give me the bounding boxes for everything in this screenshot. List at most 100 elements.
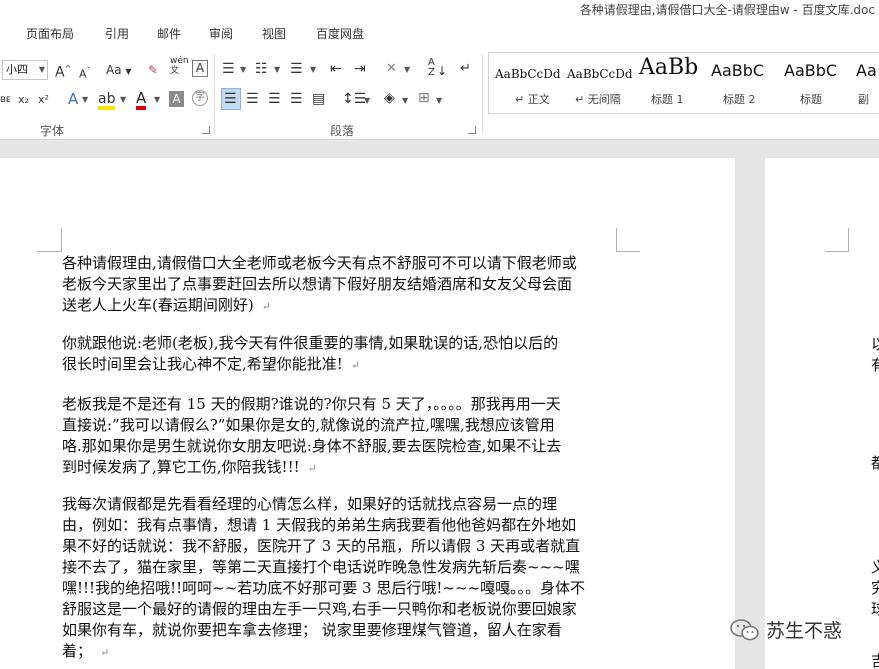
margin-corner-mark [616, 228, 640, 252]
wechat-icon [730, 619, 759, 641]
sort-button[interactable]: AZ [428, 58, 435, 78]
tab-view[interactable]: 视图 [262, 25, 286, 42]
tab-page-layout[interactable]: 页面布局 [26, 25, 74, 42]
style-name: ↵ 无间隔 [575, 93, 621, 106]
font-group-label: 字体 [40, 124, 65, 138]
text-line: 嘿!!!我的绝招哦!!呵呵~~若功底不好那可要 3 思后行哦!~~~嘎嘎。。。身… [62, 579, 586, 597]
subscript-button[interactable]: x₂ [18, 91, 29, 109]
tab-references[interactable]: 引用 [105, 25, 129, 42]
borders-icon[interactable]: ⊞ [418, 89, 430, 107]
highlight-icon[interactable]: ab [98, 90, 116, 110]
shading-icon[interactable]: ◈ [384, 89, 395, 107]
style-name: 标题 [800, 93, 822, 106]
show-marks-icon[interactable]: ↵ [460, 60, 471, 78]
style-no-spacing[interactable]: AaBbCcDd ↵ 无间隔 [567, 53, 637, 113]
paragraph-dialog-launcher[interactable] [468, 126, 476, 134]
char-border-button[interactable]: A [192, 60, 208, 77]
distributed-icon[interactable]: ▤ [312, 90, 325, 108]
text-line: 我每次请假都是先看看经理的心情怎么样，如果好的话就找点容易一点的理 [62, 495, 558, 513]
group-divider [214, 54, 215, 134]
style-preview: AaBbC [711, 61, 765, 80]
tab-review[interactable]: 审阅 [209, 25, 233, 42]
align-center-icon[interactable]: ☰ [246, 90, 259, 108]
style-name: 副 [858, 93, 869, 106]
increase-indent-icon[interactable]: ⇥ [354, 60, 366, 78]
text-line: 舒服这是一个最好的请假的理由左手一只鸡,右手一只鸭你和老板说你要回娘家 [62, 600, 577, 618]
line-spacing-icon[interactable]: ↕☰ [342, 90, 366, 108]
style-heading-1[interactable]: AaBb 标题 1 [639, 53, 709, 113]
page-edge-text: 义 [871, 558, 879, 576]
shrink-font-button[interactable]: Aˇ [79, 62, 91, 84]
style-heading-2[interactable]: AaBbC 标题 2 [711, 53, 781, 113]
grow-font-button[interactable]: A^ [55, 60, 71, 82]
page-edge-text: 有 [871, 356, 879, 374]
window-title: 各种请假理由,请假借口大全-请假理由w - 百度文库.doc [579, 3, 875, 17]
chevron-down-icon: ▼ [436, 96, 443, 105]
text-effects-icon[interactable]: A [68, 90, 78, 108]
decrease-indent-icon[interactable]: ⇤ [330, 60, 342, 78]
page-edge-text: 球 [871, 600, 879, 618]
enclose-char-icon[interactable]: 字 [192, 90, 208, 106]
bullets-icon[interactable]: ☰ [222, 60, 235, 78]
watermark-text: 苏生不惑 [766, 620, 843, 642]
style-preview: Aa [856, 61, 877, 80]
paragraph-mark: ↵ [261, 300, 271, 313]
font-size-select[interactable]: 小四 ▼ [2, 60, 48, 80]
style-subtitle[interactable]: Aa 副 [856, 53, 879, 113]
text-line: 着； ↵ [62, 642, 110, 660]
char-shading-button[interactable]: A [169, 91, 184, 107]
text-line: 到时候发病了,算它工伤,你陪我钱!!! ↵ [62, 458, 317, 476]
text-line: 接不去了，猫在家里，等第二天直接打个电话说昨晚急性发病先斩后奏~~~嘿 [62, 558, 580, 576]
chevron-down-icon: ▼ [154, 95, 161, 104]
tab-baidu-netdisk[interactable]: 百度网盘 [316, 25, 364, 42]
margin-corner-mark [38, 228, 62, 252]
ribbon-home: 小四 ▼ A^ Aˇ Aa ▼ ✎ wén 文 A ʙᴇ x₂ x² A ▼ ab… [0, 46, 879, 140]
style-name: 标题 2 [723, 93, 756, 106]
style-preview: AaBbC [784, 61, 838, 80]
styles-gallery: AaBbCcDd ↵ 正文 AaBbCcDd ↵ 无间隔 AaBb 标题 1 A… [488, 52, 879, 114]
multilevel-list-icon[interactable]: ☰ [290, 60, 303, 78]
numbering-icon[interactable]: ☷ [255, 60, 268, 78]
text-line: 很长时间里会让我心神不定,希望你能批准! ↵ [62, 355, 361, 373]
change-case-button[interactable]: Aa ▼ [106, 61, 132, 81]
phonetic-guide-button[interactable]: wén 文 [170, 56, 189, 76]
chinese-layout-icon[interactable]: ✕ [386, 60, 397, 78]
text-line: 老板今天家里出了点事要赶回去所以想请下假好朋友结婚酒席和女友父母会面 [62, 275, 573, 293]
font-size-value: 小四 [6, 63, 28, 76]
font-dialog-launcher[interactable] [202, 126, 210, 134]
clear-format-icon[interactable]: ✎ [148, 61, 158, 79]
doc-paragraph[interactable]: 各种请假理由,请假借口大全老师或老板今天有点不舒服可不可以请下假老师或 老板今天… [62, 253, 622, 317]
paragraph-mark: ↵ [100, 646, 110, 659]
page-edge-text: 吉 [871, 652, 879, 669]
doc-paragraph[interactable]: 我每次请假都是先看看经理的心情怎么样，如果好的话就找点容易一点的理 由，例如：我… [62, 494, 622, 663]
page-edge-text: 都 [871, 454, 879, 472]
page-edge-text: 究 [871, 579, 879, 597]
strikethrough-button[interactable]: ʙᴇ [0, 91, 11, 109]
justify-icon[interactable]: ☰ [290, 90, 303, 108]
text-line: 送老人上火车(春运期间刚好) ↵ [62, 296, 271, 314]
document-page-next[interactable]: 以 有 都 义 究 球 吉 [765, 158, 879, 669]
text-line: 咯.那如果你是男生就说你女朋友吧说:身体不舒服,要去医院检查,如果不让去 [62, 437, 562, 455]
font-color-icon[interactable]: A [136, 89, 147, 110]
tab-mailings[interactable]: 邮件 [157, 25, 181, 42]
paragraph-mark: ↵ [307, 462, 317, 475]
style-preview: AaBbCcDd [495, 67, 561, 81]
margin-corner-mark [825, 228, 849, 252]
style-title[interactable]: AaBbC 标题 [784, 53, 854, 113]
align-right-icon[interactable]: ☰ [268, 90, 281, 108]
doc-paragraph[interactable]: 老板我是不是还有 15 天的假期?谁说的?你只有 5 天了，。。。。那我再用一天… [62, 394, 622, 479]
style-normal[interactable]: AaBbCcDd ↵ 正文 [495, 53, 565, 113]
chevron-down-icon: ▼ [82, 95, 89, 104]
ribbon-tabs: 页面布局 引用 邮件 审阅 视图 百度网盘 [0, 20, 879, 46]
chevron-down-icon: ▼ [120, 95, 127, 104]
superscript-button[interactable]: x² [38, 91, 49, 109]
paragraph-mark: ↵ [350, 359, 361, 372]
chevron-down-icon: ▼ [404, 65, 411, 74]
text-line: 老板我是不是还有 15 天的假期?谁说的?你只有 5 天了，。。。。那我再用一天 [62, 395, 561, 413]
document-page[interactable]: 各种请假理由,请假借口大全老师或老板今天有点不舒服可不可以请下假老师或 老板今天… [0, 158, 735, 669]
doc-paragraph[interactable]: 你就跟他说:老师(老板),我今天有件很重要的事情,如果耽误的话,恐怕以后的 很长… [62, 333, 622, 376]
style-preview: AaBbCcDd [567, 67, 633, 81]
chevron-down-icon: ▼ [240, 65, 247, 74]
group-divider [482, 54, 483, 134]
sort-arrow-icon: ↓ [437, 64, 448, 78]
